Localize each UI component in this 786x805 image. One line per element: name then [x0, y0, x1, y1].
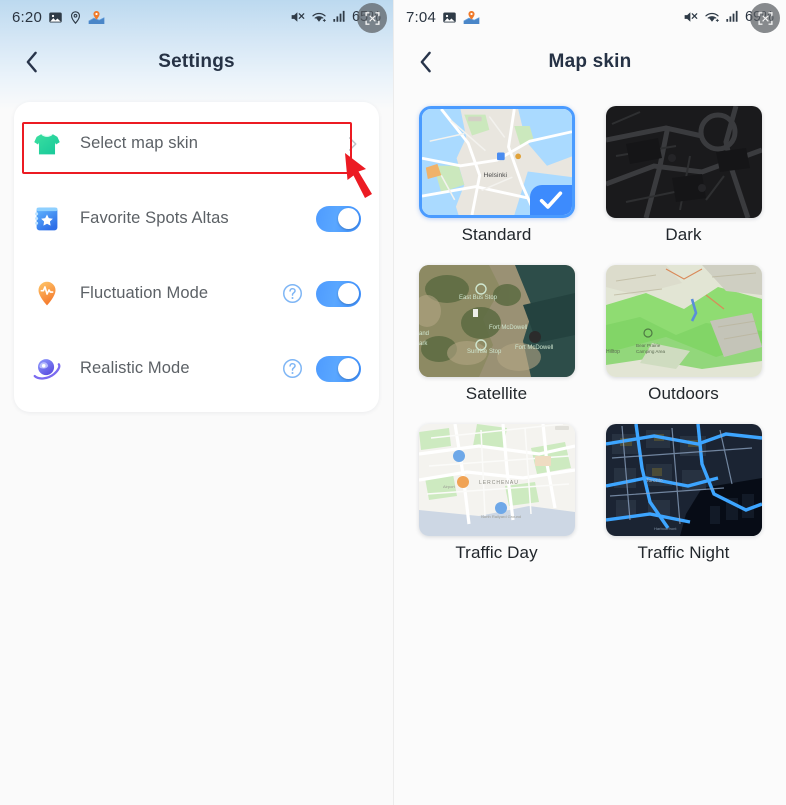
settings-screen: 6:20 Settings Select map skin Favorite S…	[0, 0, 393, 805]
svg-text:and: and	[419, 331, 429, 337]
favorite-book-icon	[30, 202, 64, 236]
map-skin-option-standard[interactable]: Helsinki Standard	[418, 106, 575, 245]
svg-text:Airport: Airport	[443, 484, 456, 489]
image-icon	[442, 10, 457, 25]
back-button[interactable]	[18, 49, 44, 75]
screen-capture-icon[interactable]	[750, 3, 780, 33]
settings-row-realistic-mode[interactable]: Realistic Mode	[14, 331, 379, 406]
settings-card: Select map skin Favorite Spots Altas Flu…	[14, 102, 379, 412]
svg-text:Bear Prairie: Bear Prairie	[636, 343, 661, 348]
map-skin-thumbnail[interactable]: Toronto Harbourfront	[605, 424, 762, 536]
traffic-night-map-preview: Toronto Harbourfront	[605, 424, 762, 536]
wifi-icon	[704, 10, 720, 24]
settings-row-control	[282, 280, 361, 307]
map-marker-icon	[463, 10, 480, 25]
map-skin-label: Dark	[665, 225, 702, 244]
svg-text:Camping Area: Camping Area	[636, 349, 666, 354]
svg-text:Fort McDowell: Fort McDowell	[515, 345, 553, 351]
signal-icon	[725, 10, 740, 24]
map-skin-option-dark[interactable]: Dark	[605, 106, 762, 245]
map-skin-label: Outdoors	[648, 384, 719, 403]
settings-row-favorite-spots-altas[interactable]: Favorite Spots Altas	[14, 181, 379, 256]
back-button[interactable]	[412, 49, 438, 75]
settings-row-label: Realistic Mode	[80, 359, 190, 377]
favorite-spots-toggle[interactable]	[316, 205, 361, 232]
status-bar-left: 6:20	[0, 0, 393, 34]
mute-icon	[290, 10, 306, 24]
outdoors-map-preview: Bear Prairie Camping Area Hilltop	[605, 265, 762, 377]
status-time: 6:20	[12, 8, 42, 26]
map-skin-thumbnail[interactable]: Helsinki	[418, 106, 575, 218]
svg-text:Helsinki: Helsinki	[483, 172, 507, 179]
status-bar-left-group: 7:04	[406, 9, 480, 26]
map-skin-thumbnail[interactable]: East Bus Stop Fort McDowell Sunrise Stop…	[418, 265, 575, 377]
image-icon	[48, 10, 63, 25]
location-pin-icon	[69, 10, 82, 25]
selected-check-badge	[529, 185, 572, 215]
map-skin-option-satellite[interactable]: East Bus Stop Fort McDowell Sunrise Stop…	[418, 265, 575, 404]
settings-row-fluctuation-mode[interactable]: Fluctuation Mode	[14, 256, 379, 331]
settings-row-control	[282, 355, 361, 382]
signal-icon	[332, 10, 347, 24]
map-skin-thumbnail[interactable]: Bear Prairie Camping Area Hilltop	[605, 265, 762, 377]
chevron-left-icon	[420, 51, 431, 73]
settings-row-select-map-skin[interactable]: Select map skin	[14, 106, 379, 181]
svg-text:East Bus Stop: East Bus Stop	[459, 295, 498, 301]
page-title: Map skin	[548, 51, 632, 72]
map-skin-screen: 7:04 Map skin Helsinki Standard Dark Eas…	[393, 0, 786, 805]
dual-screenshot: 6:20 Settings Select map skin Favorite S…	[0, 0, 786, 805]
settings-row-control	[343, 135, 361, 153]
settings-row-label: Favorite Spots Altas	[80, 209, 229, 227]
status-bar-right: 7:04	[394, 0, 786, 34]
realistic-mode-toggle[interactable]	[316, 355, 361, 382]
toggle-knob	[337, 208, 359, 229]
map-marker-icon	[88, 10, 105, 25]
page-title: Settings	[158, 51, 235, 72]
settings-row-label: Select map skin	[80, 134, 198, 152]
satellite-map-preview: East Bus Stop Fort McDowell Sunrise Stop…	[418, 265, 575, 377]
app-bar-map-skin: Map skin	[394, 34, 786, 90]
fluctuation-pin-icon	[30, 277, 64, 311]
map-skin-label: Traffic Day	[455, 543, 538, 562]
dark-map-preview	[605, 106, 762, 218]
help-icon[interactable]	[282, 358, 303, 379]
map-skin-label: Standard	[461, 225, 532, 244]
planet-icon	[30, 352, 64, 386]
wifi-icon	[311, 10, 327, 24]
traffic-day-map-preview: LERCHENAU Airport North Railyard Ground	[418, 424, 575, 536]
svg-text:Harbourfront: Harbourfront	[654, 526, 677, 531]
toggle-knob	[337, 283, 359, 304]
svg-text:Toronto: Toronto	[646, 478, 663, 484]
map-skin-thumbnail[interactable]	[605, 106, 762, 218]
toggle-knob	[337, 358, 359, 379]
chevron-left-icon	[26, 51, 37, 73]
map-skin-label: Satellite	[465, 384, 528, 403]
svg-text:North Railyard Ground: North Railyard Ground	[481, 514, 521, 519]
map-skin-label: Traffic Night	[637, 543, 730, 562]
map-skin-option-traffic-night[interactable]: Toronto Harbourfront Traffic Night	[605, 424, 762, 563]
settings-row-label: Fluctuation Mode	[80, 284, 209, 302]
fluctuation-mode-toggle[interactable]	[316, 280, 361, 307]
map-skin-grid: Helsinki Standard Dark East Bus Stop For…	[394, 106, 786, 563]
screen-capture-icon[interactable]	[357, 3, 387, 33]
check-icon	[539, 191, 562, 209]
svg-text:Fort McDowell: Fort McDowell	[489, 325, 527, 331]
status-time: 7:04	[406, 8, 436, 26]
svg-text:ark: ark	[419, 341, 428, 347]
help-icon[interactable]	[282, 283, 303, 304]
mute-icon	[683, 10, 699, 24]
map-skin-option-outdoors[interactable]: Bear Prairie Camping Area Hilltop Outdoo…	[605, 265, 762, 404]
chevron-right-icon[interactable]	[343, 135, 361, 153]
svg-text:Hilltop: Hilltop	[606, 349, 620, 355]
status-bar-left-group: 6:20	[12, 9, 105, 26]
map-skin-thumbnail[interactable]: LERCHENAU Airport North Railyard Ground	[418, 424, 575, 536]
svg-text:LERCHENAU: LERCHENAU	[479, 480, 519, 486]
svg-text:Sunrise Stop: Sunrise Stop	[467, 349, 502, 355]
map-skin-option-traffic-day[interactable]: LERCHENAU Airport North Railyard Ground …	[418, 424, 575, 563]
settings-row-control	[316, 205, 361, 232]
tshirt-icon	[30, 127, 64, 161]
app-bar-settings: Settings	[0, 34, 393, 90]
